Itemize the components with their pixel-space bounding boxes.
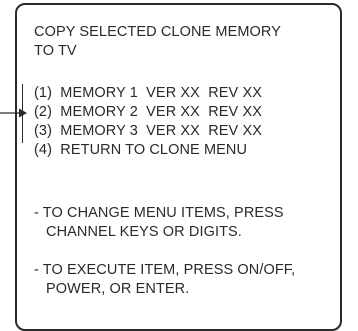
arrow-right-icon (0, 108, 27, 118)
menu-item-memory-1[interactable]: (1) MEMORY 1 VER XX REV XX (34, 84, 262, 103)
instruction-execute-line-1: - TO EXECUTE ITEM, PRESS ON/OFF, (34, 262, 296, 278)
menu-title-line-1: COPY SELECTED CLONE MEMORY (34, 24, 282, 40)
instruction-execute-line-2: POWER, OR ENTER. (46, 281, 190, 297)
menu-item-memory-2[interactable]: (2) MEMORY 2 VER XX REV XX (34, 103, 262, 122)
instruction-change-line-2: CHANNEL KEYS OR DIGITS. (46, 224, 242, 240)
menu-item-memory-3[interactable]: (3) MEMORY 3 VER XX REV XX (34, 122, 262, 141)
instruction-change-line-1: - TO CHANGE MENU ITEMS, PRESS (34, 205, 284, 221)
menu-item-return[interactable]: (4) RETURN TO CLONE MENU (34, 141, 247, 160)
menu-title-line-2: TO TV (34, 43, 77, 59)
